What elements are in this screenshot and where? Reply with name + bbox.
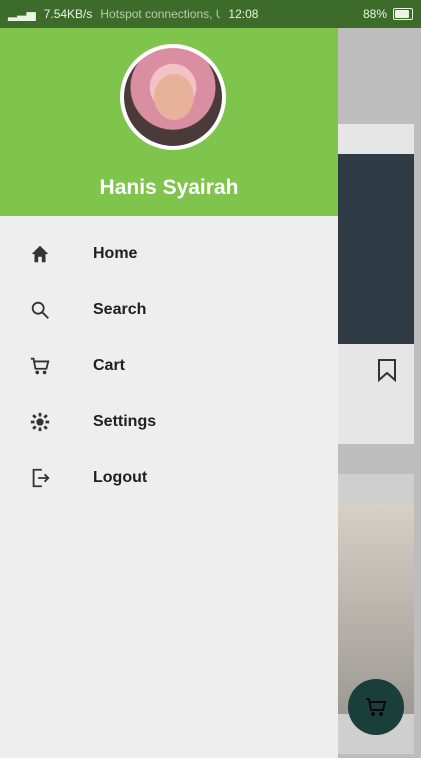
menu-label-settings: Settings <box>93 413 157 430</box>
search-icon <box>28 298 52 322</box>
menu-label-search: Search <box>93 301 147 318</box>
menu-item-logout[interactable]: Logout <box>0 450 338 506</box>
menu-label-logout: Logout <box>93 469 148 486</box>
product-card[interactable] <box>338 124 414 444</box>
background-content <box>338 28 421 758</box>
battery-percent: 88% <box>362 7 387 21</box>
cart-fab[interactable] <box>348 679 404 735</box>
gear-icon <box>28 410 52 434</box>
bookmark-icon[interactable] <box>376 358 398 382</box>
menu-label-home: Home <box>93 245 138 262</box>
hotspot-text: Hotspot connections, Used 0.00B <box>100 7 221 21</box>
logout-icon <box>28 466 52 490</box>
cart-icon <box>366 698 387 716</box>
menu-item-settings[interactable]: Settings <box>0 394 338 450</box>
product-image <box>338 154 414 344</box>
drawer-header: Hanis Syairah <box>0 28 338 216</box>
menu-item-search[interactable]: Search <box>0 282 338 338</box>
signal-icon: ▂▃▅ <box>8 7 36 21</box>
navigation-drawer: Hanis Syairah Home Search Cart Settings <box>0 28 338 758</box>
menu-label-cart: Cart <box>93 357 126 374</box>
status-bar: ▂▃▅ 7.54KB/s Hotspot connections, Used 0… <box>0 0 421 28</box>
avatar[interactable] <box>120 44 226 150</box>
user-name: Hanis Syairah <box>99 176 239 199</box>
home-icon <box>28 242 52 266</box>
menu-item-cart[interactable]: Cart <box>0 338 338 394</box>
menu-item-home[interactable]: Home <box>0 226 338 282</box>
cart-icon <box>28 354 52 378</box>
battery-icon <box>393 8 413 20</box>
network-speed: 7.54KB/s <box>43 7 93 21</box>
clock: 12:08 <box>228 7 259 21</box>
avatar-face <box>154 74 194 120</box>
